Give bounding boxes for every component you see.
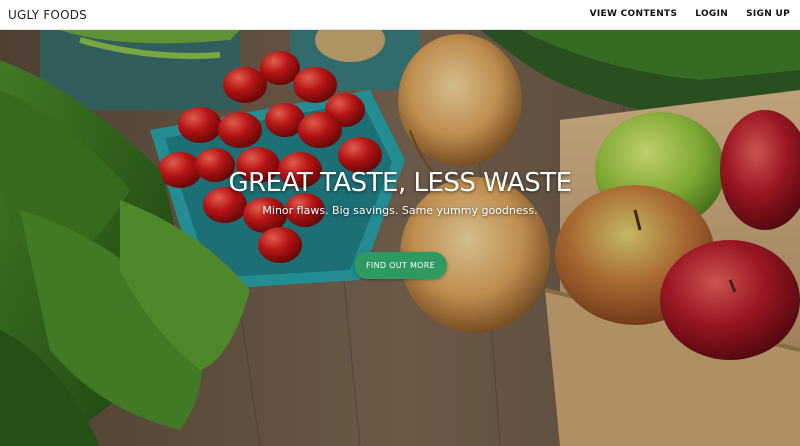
hero-title: GREAT TASTE, LESS WASTE — [228, 168, 572, 198]
hero-background-image — [0, 30, 800, 446]
nav-view-contents[interactable]: VIEW CONTENTS — [590, 9, 678, 19]
nav-sign-up[interactable]: SIGN UP — [746, 9, 790, 19]
find-out-more-button[interactable]: FIND OUT MORE — [354, 252, 447, 279]
hero-subtitle: Minor flaws. Big savings. Same yummy goo… — [262, 204, 538, 217]
nav-login[interactable]: LOGIN — [695, 9, 728, 19]
top-navbar: UGLY FOODS VIEW CONTENTS LOGIN SIGN UP — [0, 0, 800, 30]
hero-text-block: GREAT TASTE, LESS WASTE Minor flaws. Big… — [0, 168, 800, 217]
nav-links: VIEW CONTENTS LOGIN SIGN UP — [590, 9, 790, 19]
hero-section: GREAT TASTE, LESS WASTE Minor flaws. Big… — [0, 30, 800, 446]
brand-logo[interactable]: UGLY FOODS — [8, 8, 87, 22]
